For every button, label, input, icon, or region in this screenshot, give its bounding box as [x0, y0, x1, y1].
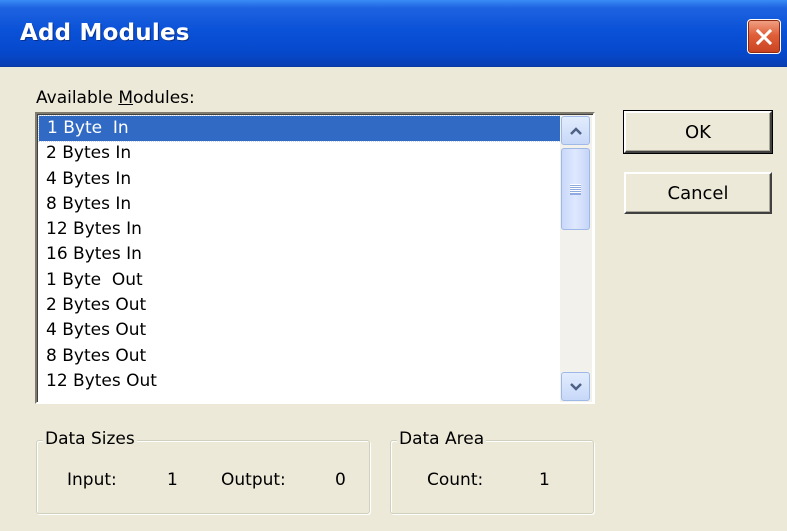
cancel-button[interactable]: Cancel — [624, 172, 772, 214]
list-item[interactable]: 2 Bytes In — [38, 141, 561, 166]
list-item[interactable]: 2 Bytes Out — [38, 293, 561, 318]
window-title: Add Modules — [20, 20, 190, 46]
list-scrollbar[interactable] — [560, 115, 592, 402]
available-modules-list[interactable]: 1 Byte In 2 Bytes In 4 Bytes In 8 Bytes In 1… — [35, 112, 595, 404]
scroll-down-button[interactable] — [561, 372, 590, 401]
input-value: 1 — [167, 470, 178, 490]
scroll-thumb[interactable] — [561, 148, 590, 230]
output-value: 0 — [335, 470, 346, 490]
scroll-up-button[interactable] — [561, 116, 590, 145]
list-item[interactable]: 1 Byte Out — [38, 268, 561, 293]
data-sizes-title: Data Sizes — [43, 429, 137, 449]
close-icon — [755, 28, 773, 45]
data-area-title: Data Area — [397, 429, 487, 449]
available-modules-label: Available Modules: — [36, 88, 195, 108]
grip-icon — [570, 183, 581, 195]
list-item[interactable]: 8 Bytes Out — [38, 344, 561, 369]
chevron-up-icon — [569, 126, 582, 135]
list-items-container: 1 Byte In 2 Bytes In 4 Bytes In 8 Bytes In 1… — [38, 115, 561, 403]
list-item[interactable]: 12 Bytes In — [38, 217, 561, 242]
input-label: Input: — [67, 470, 117, 490]
count-label: Count: — [427, 470, 484, 490]
output-label: Output: — [221, 470, 286, 490]
list-item[interactable]: 1 Byte In — [38, 115, 561, 143]
list-item[interactable]: 4 Bytes In — [38, 167, 561, 192]
add-modules-dialog: Add Modules Available Modules: 1 Byte In… — [0, 0, 787, 531]
data-area-group: Data Area Count: 1 — [390, 429, 594, 514]
close-button[interactable] — [747, 19, 781, 54]
list-item[interactable]: 8 Bytes In — [38, 192, 561, 217]
data-sizes-group: Data Sizes Input: 1 Output: 0 — [36, 429, 370, 514]
list-item[interactable]: 12 Bytes Out — [38, 369, 561, 394]
list-item[interactable]: 16 Bytes In — [38, 242, 561, 267]
title-bar[interactable]: Add Modules — [0, 0, 787, 67]
ok-button[interactable]: OK — [623, 110, 773, 154]
list-item[interactable]: 4 Bytes Out — [38, 318, 561, 343]
count-value: 1 — [539, 470, 550, 490]
chevron-down-icon — [569, 382, 582, 391]
